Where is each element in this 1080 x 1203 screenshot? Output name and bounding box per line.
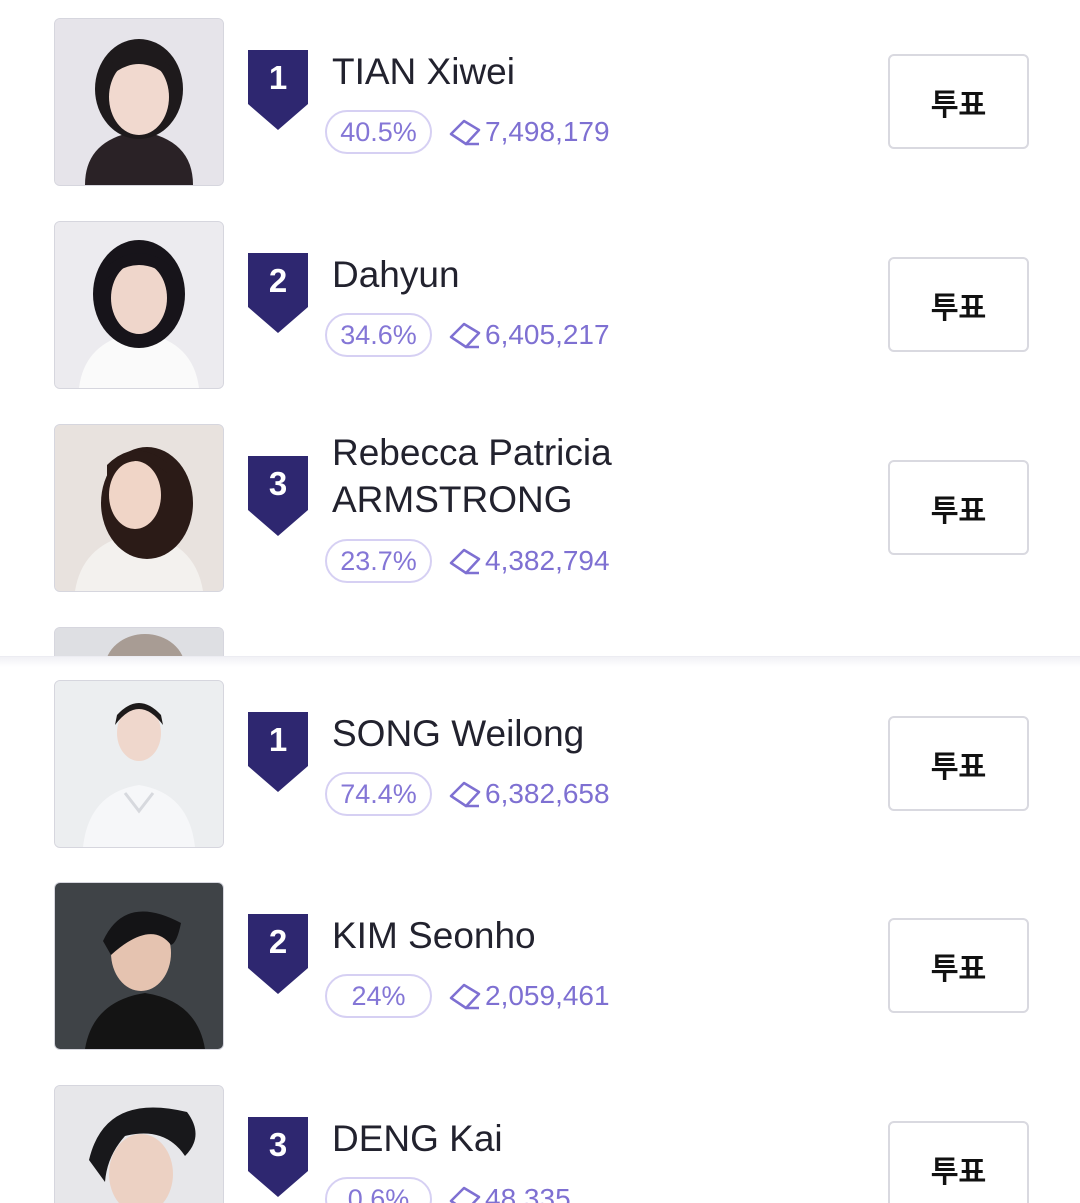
vote-button[interactable]: 투표 <box>888 918 1029 1013</box>
candidate-name: SONG Weilong <box>332 713 585 754</box>
vote-count: 6,382,658 <box>448 778 610 810</box>
vote-count: 48,335 <box>448 1183 571 1203</box>
rank-badge: 3 <box>244 1113 312 1201</box>
avatar <box>54 680 224 848</box>
candidate-stats: 40.5% 7,498,179 <box>325 110 610 154</box>
rank-badge: 2 <box>244 249 312 337</box>
rank-number: 3 <box>268 1126 288 1163</box>
vote-percent: 34.6% <box>325 313 432 357</box>
rank-badge: 3 <box>244 452 312 540</box>
candidate-name: Dahyun <box>332 254 460 295</box>
rank-number: 1 <box>268 59 288 96</box>
diamond-icon <box>449 322 481 349</box>
rank-number: 2 <box>268 923 288 960</box>
avatar <box>54 424 224 592</box>
vote-count-value: 6,405,217 <box>485 319 610 350</box>
ranking-row: 2 Dahyun 34.6% 6,405,217 투표 <box>0 221 1080 391</box>
ranking-row: 2 KIM Seonho 24% 2,059,461 투표 <box>0 882 1080 1052</box>
vote-count-value: 48,335 <box>485 1183 571 1203</box>
vote-button[interactable]: 투표 <box>888 54 1029 149</box>
avatar <box>54 221 224 389</box>
vote-count: 4,382,794 <box>448 545 610 577</box>
vote-button[interactable]: 투표 <box>888 460 1029 555</box>
rank-badge: 1 <box>244 708 312 796</box>
diamond-icon <box>449 548 481 575</box>
vote-count: 2,059,461 <box>448 980 610 1012</box>
rank-badge: 2 <box>244 910 312 998</box>
ranking-row: 1 TIAN Xiwei 40.5% 7,498,179 투표 <box>0 18 1080 188</box>
vote-count-value: 2,059,461 <box>485 980 610 1011</box>
vote-button[interactable]: 투표 <box>888 1121 1029 1203</box>
vote-count-value: 7,498,179 <box>485 116 610 147</box>
vote-count: 6,405,217 <box>448 319 610 351</box>
vote-count-value: 4,382,794 <box>485 545 610 576</box>
vote-percent: 0.6% <box>325 1177 432 1203</box>
diamond-icon <box>449 983 481 1010</box>
vote-count: 7,498,179 <box>448 116 610 148</box>
candidate-name: DENG Kai <box>332 1118 503 1159</box>
avatar <box>54 18 224 186</box>
ranking-row: 3 DENG Kai 0.6% 48,335 투표 <box>0 1085 1080 1203</box>
candidate-name: TIAN Xiwei <box>332 51 515 92</box>
vote-percent: 24% <box>325 974 432 1018</box>
candidate-stats: 24% 2,059,461 <box>325 974 610 1018</box>
avatar <box>54 882 224 1050</box>
diamond-icon <box>449 119 481 146</box>
candidate-name: Rebecca Patricia ARMSTRONG <box>332 432 612 520</box>
diamond-icon <box>449 781 481 808</box>
candidate-stats: 23.7% 4,382,794 <box>325 539 610 583</box>
vote-button[interactable]: 투표 <box>888 257 1029 352</box>
vote-percent: 23.7% <box>325 539 432 583</box>
rank-badge: 1 <box>244 46 312 134</box>
vote-percent: 74.4% <box>325 772 432 816</box>
candidate-stats: 0.6% 48,335 <box>325 1177 571 1203</box>
candidate-name: KIM Seonho <box>332 915 536 956</box>
ranking-list-male: 1 SONG Weilong 74.4% 6,382,658 투표 2 KIM … <box>0 656 1080 1203</box>
rank-number: 3 <box>268 465 288 502</box>
candidate-stats: 34.6% 6,405,217 <box>325 313 610 357</box>
avatar <box>54 1085 224 1203</box>
diamond-icon <box>449 1186 481 1203</box>
ranking-row-partial <box>0 627 1080 656</box>
rank-number: 1 <box>268 721 288 758</box>
vote-count-value: 6,382,658 <box>485 778 610 809</box>
ranking-list-female: 1 TIAN Xiwei 40.5% 7,498,179 투표 2 Dahyun… <box>0 0 1080 656</box>
ranking-row: 3 Rebecca Patricia ARMSTRONG 23.7% 4,382… <box>0 424 1080 624</box>
candidate-stats: 74.4% 6,382,658 <box>325 772 610 816</box>
ranking-row: 1 SONG Weilong 74.4% 6,382,658 투표 <box>0 680 1080 850</box>
vote-percent: 40.5% <box>325 110 432 154</box>
vote-button[interactable]: 투표 <box>888 716 1029 811</box>
rank-number: 2 <box>268 262 288 299</box>
avatar <box>54 627 224 656</box>
